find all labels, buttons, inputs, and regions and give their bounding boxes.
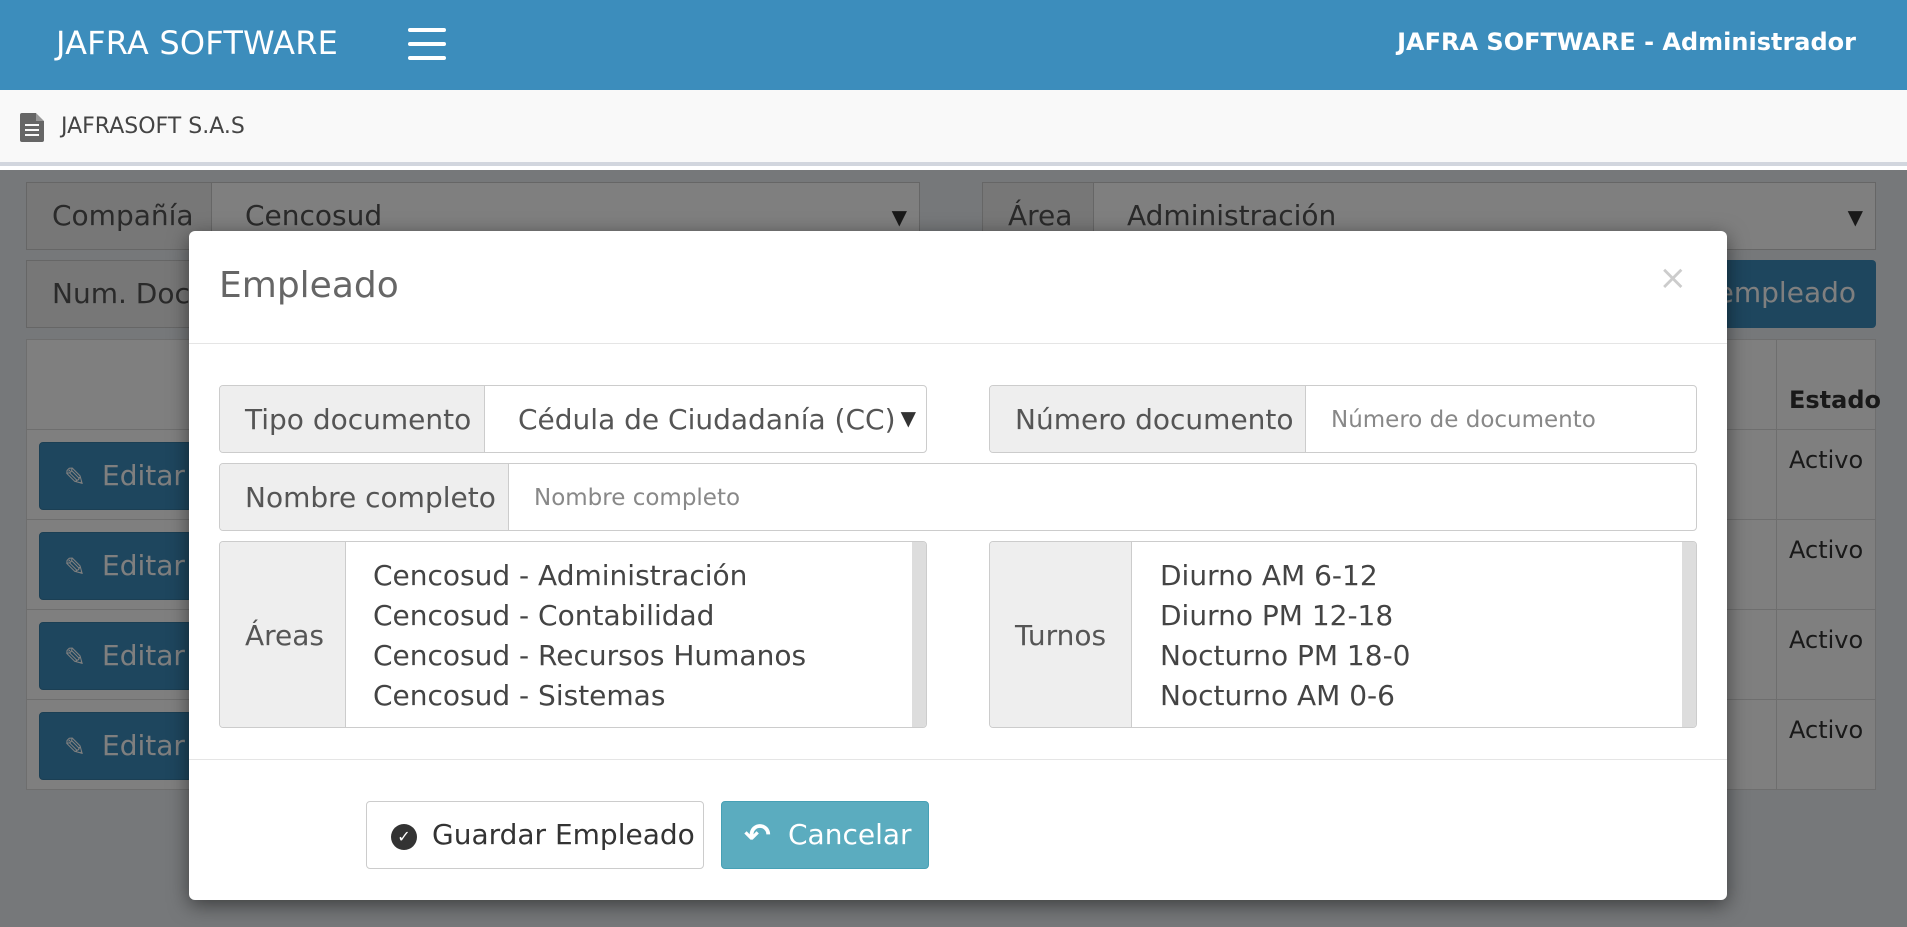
list-item[interactable]: Cencosud - Sistemas bbox=[373, 676, 806, 716]
full-name-label: Nombre completo bbox=[220, 464, 509, 530]
chevron-down-icon: ▼ bbox=[900, 406, 916, 430]
document-type-select[interactable]: Cédula de Ciudadanía (CC) bbox=[518, 403, 896, 436]
company-bar: JAFRASOFT S.A.S bbox=[0, 90, 1907, 166]
close-icon[interactable]: × bbox=[1659, 261, 1688, 295]
shifts-group: Turnos Diurno AM 6-12 Diurno PM 12-18 No… bbox=[989, 541, 1697, 728]
list-item[interactable]: Nocturno AM 0-6 bbox=[1160, 676, 1410, 716]
document-type-label: Tipo documento bbox=[220, 386, 485, 452]
cancel-button[interactable]: ↶ Cancelar bbox=[721, 801, 929, 869]
check-circle-icon: ✓ bbox=[391, 824, 417, 850]
document-type-group: Tipo documento Cédula de Ciudadanía (CC)… bbox=[219, 385, 927, 453]
list-item[interactable]: Nocturno PM 18-0 bbox=[1160, 636, 1410, 676]
document-icon bbox=[20, 113, 44, 142]
menu-toggle-icon[interactable] bbox=[408, 28, 446, 60]
brand-logo[interactable]: JAFRA SOFTWARE bbox=[56, 24, 338, 62]
shifts-listbox[interactable]: Diurno AM 6-12 Diurno PM 12-18 Nocturno … bbox=[1160, 556, 1410, 716]
top-navbar: JAFRA SOFTWARE JAFRA SOFTWARE - Administ… bbox=[0, 0, 1907, 90]
scrollbar[interactable] bbox=[912, 542, 926, 727]
list-item[interactable]: Cencosud - Contabilidad bbox=[373, 596, 806, 636]
list-item[interactable]: Diurno AM 6-12 bbox=[1160, 556, 1410, 596]
full-name-group: Nombre completo Nombre completo bbox=[219, 463, 1697, 531]
document-number-group: Número documento Número de documento bbox=[989, 385, 1697, 453]
scrollbar[interactable] bbox=[1682, 542, 1696, 727]
cancel-button-label: Cancelar bbox=[788, 818, 912, 851]
document-number-input[interactable]: Número de documento bbox=[1331, 407, 1596, 433]
save-button-label: Guardar Empleado bbox=[432, 818, 695, 851]
reply-icon: ↶ bbox=[744, 816, 771, 854]
modal-title: Empleado bbox=[219, 265, 399, 306]
modal-header: Empleado × bbox=[189, 231, 1727, 344]
company-name: JAFRASOFT S.A.S bbox=[61, 114, 245, 139]
areas-group: Áreas Cencosud - Administración Cencosud… bbox=[219, 541, 927, 728]
areas-label: Áreas bbox=[220, 542, 346, 727]
employee-modal: Empleado × Tipo documento Cédula de Ciud… bbox=[189, 231, 1727, 900]
full-name-input[interactable]: Nombre completo bbox=[534, 485, 740, 511]
list-item[interactable]: Cencosud - Recursos Humanos bbox=[373, 636, 806, 676]
user-menu[interactable]: JAFRA SOFTWARE - Administrador bbox=[1397, 28, 1856, 56]
save-employee-button[interactable]: ✓ Guardar Empleado bbox=[366, 801, 704, 869]
document-number-label: Número documento bbox=[990, 386, 1306, 452]
areas-listbox[interactable]: Cencosud - Administración Cencosud - Con… bbox=[373, 556, 806, 716]
shifts-label: Turnos bbox=[990, 542, 1132, 727]
list-item[interactable]: Cencosud - Administración bbox=[373, 556, 806, 596]
list-item[interactable]: Diurno PM 12-18 bbox=[1160, 596, 1410, 636]
